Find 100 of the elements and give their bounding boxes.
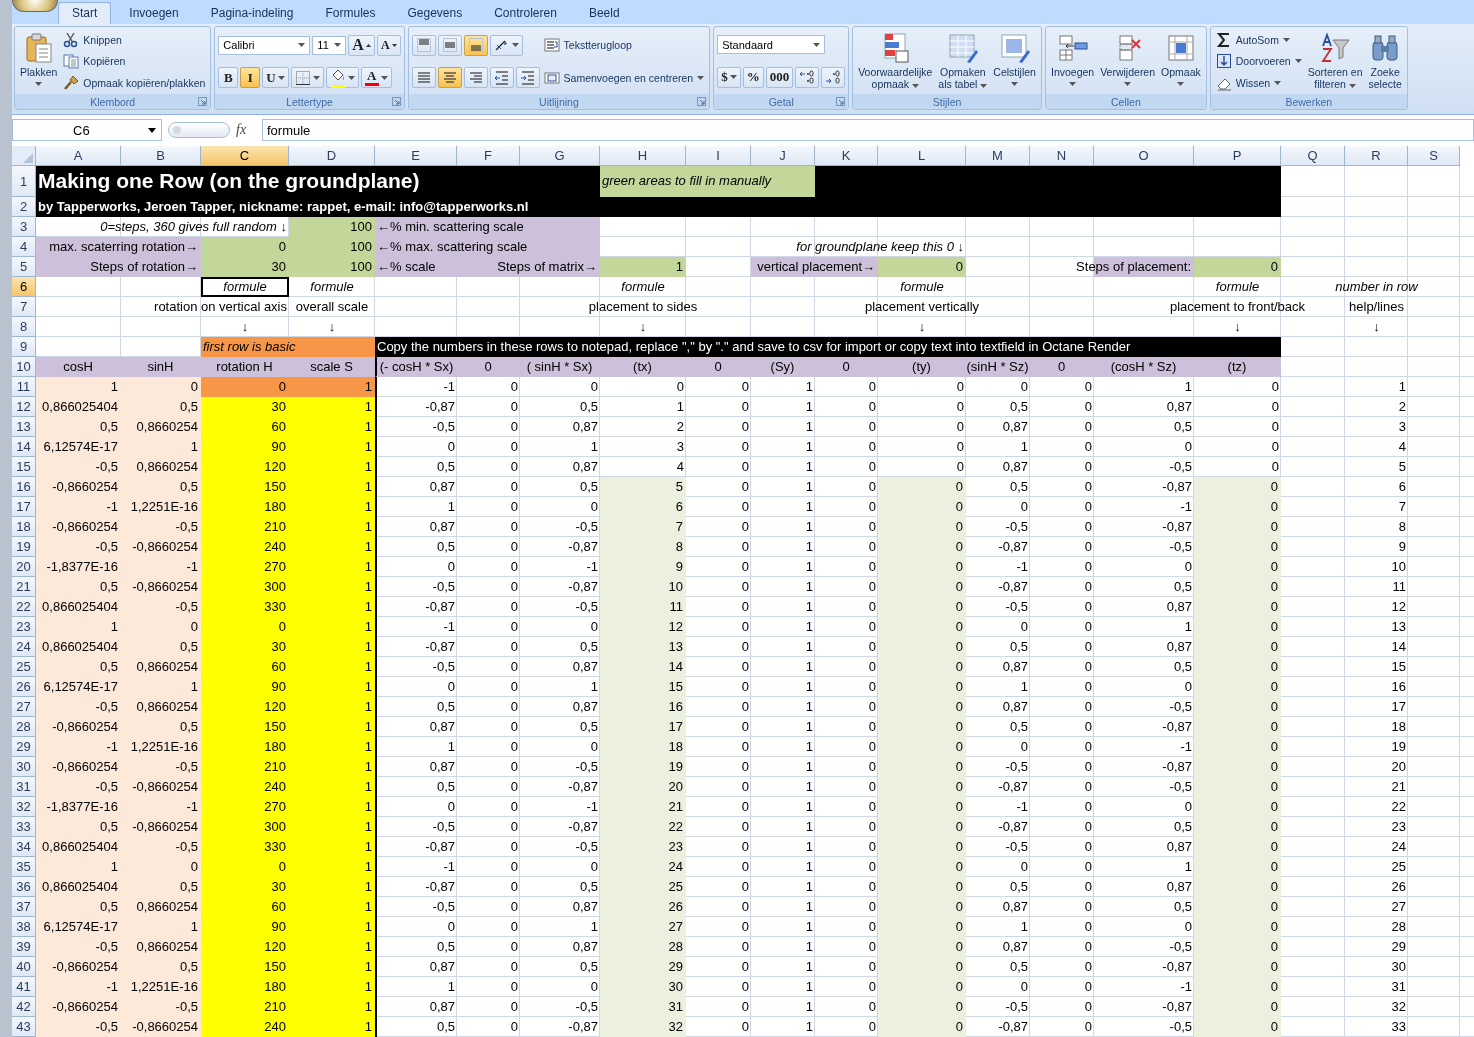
column-header[interactable]: J (751, 146, 815, 166)
row-header[interactable]: 33 (12, 817, 36, 837)
row-header[interactable]: 14 (12, 437, 36, 457)
row-header[interactable]: 24 (12, 637, 36, 657)
row-header[interactable]: 8 (12, 317, 36, 337)
row-header[interactable]: 5 (12, 257, 36, 277)
row-header[interactable]: 13 (12, 417, 36, 437)
column-header[interactable]: O (1094, 146, 1194, 166)
ribbon-button[interactable]: Wissen (1213, 72, 1284, 94)
ribbon-button[interactable]: Invoegen (1048, 29, 1097, 94)
selected-cell[interactable]: formule (201, 277, 289, 297)
row-header[interactable]: 22 (12, 597, 36, 617)
row-header[interactable]: 35 (12, 857, 36, 877)
tool-button[interactable] (821, 66, 846, 88)
ribbon-button[interactable]: Samenvoegen en centreren (541, 67, 707, 89)
row-header[interactable]: 2 (12, 197, 36, 217)
tool-button[interactable] (325, 67, 359, 89)
tool-button[interactable]: I (240, 67, 261, 89)
tool-button[interactable] (489, 34, 523, 56)
ribbon-button[interactable]: Knippen (61, 29, 124, 51)
row-header[interactable]: 7 (12, 297, 36, 317)
dialog-launcher-icon[interactable] (836, 97, 846, 106)
column-header[interactable]: H (600, 146, 686, 166)
ribbon-button[interactable]: Voorwaardelijke opmaak (856, 29, 935, 94)
row-header[interactable]: 4 (12, 237, 36, 257)
row-header[interactable]: 36 (12, 877, 36, 897)
row-header[interactable]: 6 (12, 277, 36, 297)
column-header[interactable]: G (520, 146, 600, 166)
ribbon-tab[interactable]: Start (58, 2, 112, 24)
row-header[interactable]: 18 (12, 517, 36, 537)
column-header[interactable]: B (121, 146, 201, 166)
row-header[interactable]: 37 (12, 897, 36, 917)
ribbon-button[interactable]: Sorteren en filteren (1305, 29, 1365, 94)
ribbon-tab[interactable]: Controleren (480, 2, 571, 24)
row-header[interactable]: 38 (12, 917, 36, 937)
column-header[interactable]: Q (1281, 146, 1345, 166)
column-header[interactable]: D (289, 146, 375, 166)
grow-font-button[interactable]: A (348, 34, 375, 56)
row-header[interactable]: 15 (12, 457, 36, 477)
column-header[interactable]: S (1408, 146, 1460, 166)
ribbon-button[interactable]: Tekstterugloop (541, 34, 634, 56)
row-header[interactable]: 12 (12, 397, 36, 417)
row-header[interactable]: 21 (12, 577, 36, 597)
column-header[interactable]: N (1030, 146, 1094, 166)
ribbon-button[interactable]: Plakken (18, 29, 60, 94)
dialog-launcher-icon[interactable] (198, 97, 208, 106)
row-header[interactable]: 28 (12, 717, 36, 737)
row-header[interactable]: 9 (12, 337, 36, 357)
column-header[interactable]: E (375, 146, 457, 166)
row-header[interactable]: 30 (12, 757, 36, 777)
insert-function-button[interactable]: fx (236, 122, 256, 138)
row-header[interactable]: 40 (12, 957, 36, 977)
row-header[interactable]: 1 (12, 166, 36, 197)
row-header[interactable]: 29 (12, 737, 36, 757)
row-header[interactable]: 11 (12, 377, 36, 397)
row-header[interactable]: 10 (12, 357, 36, 377)
row-header[interactable]: 32 (12, 797, 36, 817)
ribbon-button[interactable]: Celstijlen (991, 29, 1038, 94)
tool-button[interactable] (437, 67, 462, 89)
ribbon-tab[interactable]: Invoegen (115, 2, 193, 24)
office-button[interactable] (12, 0, 58, 12)
tool-button[interactable]: $ (717, 66, 741, 88)
ribbon-button[interactable]: Opmaken als tabel (936, 29, 990, 94)
column-header[interactable]: M (966, 146, 1030, 166)
row-header[interactable]: 20 (12, 557, 36, 577)
row-header[interactable]: 34 (12, 837, 36, 857)
row-header[interactable]: 3 (12, 217, 36, 237)
tool-button[interactable]: U (262, 67, 289, 89)
column-header[interactable]: K (815, 146, 878, 166)
column-header[interactable]: I (686, 146, 751, 166)
ribbon-button[interactable]: Doorvoeren (1213, 51, 1304, 72)
tool-button[interactable]: A (360, 67, 392, 89)
tool-button[interactable] (411, 34, 436, 56)
ribbon-tab[interactable]: Pagina-indeling (196, 2, 308, 24)
column-header[interactable]: A (36, 146, 121, 166)
tool-button[interactable] (463, 34, 488, 56)
row-header[interactable]: 16 (12, 477, 36, 497)
column-header[interactable]: F (457, 146, 520, 166)
ribbon-button[interactable]: Zoeke selecte (1366, 29, 1404, 94)
tool-button[interactable] (489, 67, 514, 89)
dialog-launcher-icon[interactable] (391, 97, 401, 106)
tool-button[interactable]: % (742, 66, 764, 88)
tool-button[interactable] (437, 34, 462, 56)
formula-field[interactable]: formule (262, 119, 1474, 141)
row-header[interactable]: 26 (12, 677, 36, 697)
tool-button[interactable] (515, 67, 540, 89)
row-header[interactable]: 17 (12, 497, 36, 517)
name-box[interactable]: C6 (12, 119, 162, 141)
row-header[interactable]: 41 (12, 977, 36, 997)
row-header[interactable]: 25 (12, 657, 36, 677)
dropdown-field[interactable]: 11 (312, 35, 347, 55)
row-header[interactable]: 23 (12, 617, 36, 637)
column-header[interactable]: P (1194, 146, 1281, 166)
tool-button[interactable] (463, 67, 488, 89)
ribbon-button[interactable]: Opmaak kopiëren/plakken (61, 72, 208, 94)
ribbon-button[interactable]: AutoSom (1213, 29, 1292, 51)
tool-button[interactable]: 000 (765, 66, 794, 88)
row-header[interactable]: 39 (12, 937, 36, 957)
tool-button[interactable] (290, 67, 324, 89)
row-header[interactable]: 42 (12, 997, 36, 1017)
